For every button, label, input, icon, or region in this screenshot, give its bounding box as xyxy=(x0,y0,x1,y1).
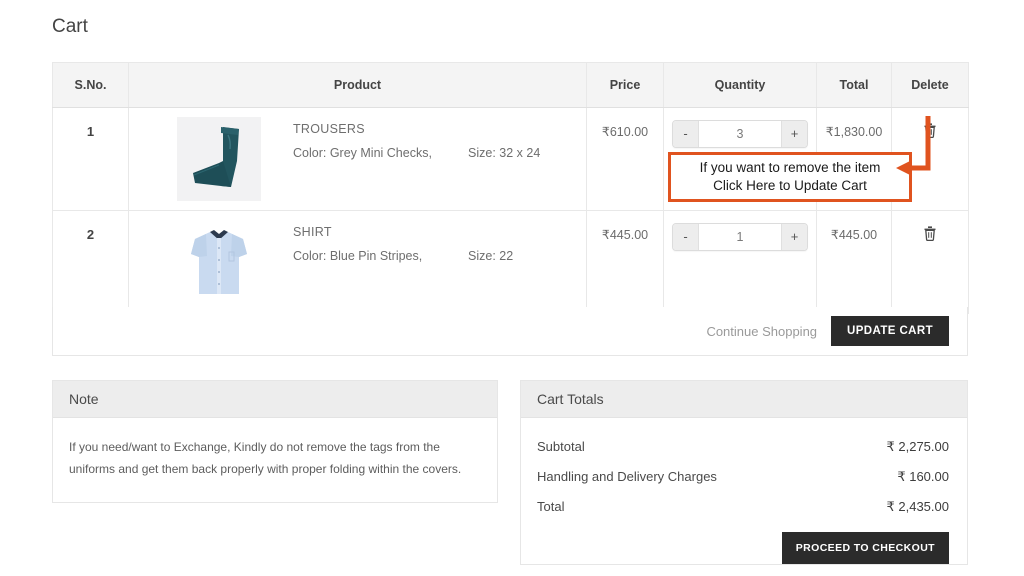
column-header-delete: Delete xyxy=(891,62,969,108)
quantity-decrease-button[interactable]: - xyxy=(673,121,699,147)
column-header-price: Price xyxy=(586,62,664,108)
quantity-stepper[interactable]: - + xyxy=(672,223,808,251)
subtotal-label: Subtotal xyxy=(537,439,585,454)
header-row: S.No. Product Price Quantity Total Delet… xyxy=(52,62,969,108)
annotation-line-1: If you want to remove the item xyxy=(699,160,881,175)
product-size: Size: 22 xyxy=(468,249,514,263)
cart-page: Cart S.No. Product Price Quantity Total … xyxy=(0,0,1024,576)
line-total: ₹445.00 xyxy=(816,210,892,314)
note-panel: Note If you need/want to Exchange, Kindl… xyxy=(52,380,498,503)
table-row: 2 SHIRT Color: Blue Pin Stripes, Size: 2… xyxy=(52,210,969,314)
trash-icon[interactable] xyxy=(923,225,937,246)
checkout-wrap: PROCEED TO CHECKOUT xyxy=(537,532,949,564)
annotation-callout: If you want to remove the item Click Her… xyxy=(668,152,912,202)
total-amount: ₹ 2,435.00 xyxy=(886,499,950,514)
unit-price: ₹445.00 xyxy=(586,210,664,314)
subtotal-amount: ₹ 2,275.00 xyxy=(886,439,950,454)
page-title: Cart xyxy=(52,16,88,37)
handling-row: Handling and Delivery Charges ₹ 160.00 xyxy=(537,462,949,492)
total-label: Total xyxy=(537,499,565,514)
quantity-input[interactable] xyxy=(699,121,781,147)
proceed-to-checkout-button[interactable]: PROCEED TO CHECKOUT xyxy=(781,532,949,564)
trousers-thumbnail xyxy=(175,116,263,202)
quantity-increase-button[interactable]: + xyxy=(781,224,807,250)
row-index: 1 xyxy=(52,107,129,211)
note-body: If you need/want to Exchange, Kindly do … xyxy=(53,418,497,480)
cart-table-body: 1 TROUSERS Color: Grey Mini Checks, Size… xyxy=(52,107,969,314)
row-index: 2 xyxy=(52,210,129,314)
column-header-product: Product xyxy=(128,62,587,108)
annotation-line-2: Click Here to Update Cart xyxy=(713,178,867,193)
cart-totals-panel: Cart Totals Subtotal ₹ 2,275.00 Handling… xyxy=(520,380,968,565)
quantity-decrease-button[interactable]: - xyxy=(673,224,699,250)
product-cell: TROUSERS Color: Grey Mini Checks, Size: … xyxy=(128,107,587,211)
unit-price: ₹610.00 xyxy=(586,107,664,211)
total-row: Total ₹ 2,435.00 xyxy=(537,492,949,522)
product-cell: SHIRT Color: Blue Pin Stripes, Size: 22 xyxy=(128,210,587,314)
note-heading: Note xyxy=(53,381,497,418)
product-color: Color: Blue Pin Stripes, xyxy=(293,249,423,263)
column-header-sno: S.No. xyxy=(52,62,129,108)
column-header-quantity: Quantity xyxy=(663,62,817,108)
note-text: If you need/want to Exchange, Kindly do … xyxy=(69,440,462,476)
product-name: TROUSERS xyxy=(293,122,365,136)
subtotal-row: Subtotal ₹ 2,275.00 xyxy=(537,432,949,462)
column-header-total: Total xyxy=(816,62,892,108)
quantity-stepper[interactable]: - + xyxy=(672,120,808,148)
product-size: Size: 32 x 24 xyxy=(468,146,541,160)
annotation-arrow xyxy=(896,116,931,175)
shirt-thumbnail xyxy=(175,219,263,305)
continue-shopping-link[interactable]: Continue Shopping xyxy=(706,324,817,339)
product-color: Color: Grey Mini Checks, xyxy=(293,146,432,160)
cart-table-footer: Continue Shopping UPDATE CART xyxy=(52,307,968,356)
product-name: SHIRT xyxy=(293,225,332,239)
quantity-increase-button[interactable]: + xyxy=(781,121,807,147)
quantity-input[interactable] xyxy=(699,224,781,250)
handling-amount: ₹ 160.00 xyxy=(897,469,949,484)
cart-totals-heading: Cart Totals xyxy=(521,381,967,418)
update-cart-button[interactable]: UPDATE CART xyxy=(831,316,949,346)
cart-table-header: S.No. Product Price Quantity Total Delet… xyxy=(52,62,969,108)
delete-cell xyxy=(891,210,969,314)
quantity-cell: - + xyxy=(663,210,817,314)
cart-totals-body: Subtotal ₹ 2,275.00 Handling and Deliver… xyxy=(521,418,967,564)
handling-label: Handling and Delivery Charges xyxy=(537,469,717,484)
